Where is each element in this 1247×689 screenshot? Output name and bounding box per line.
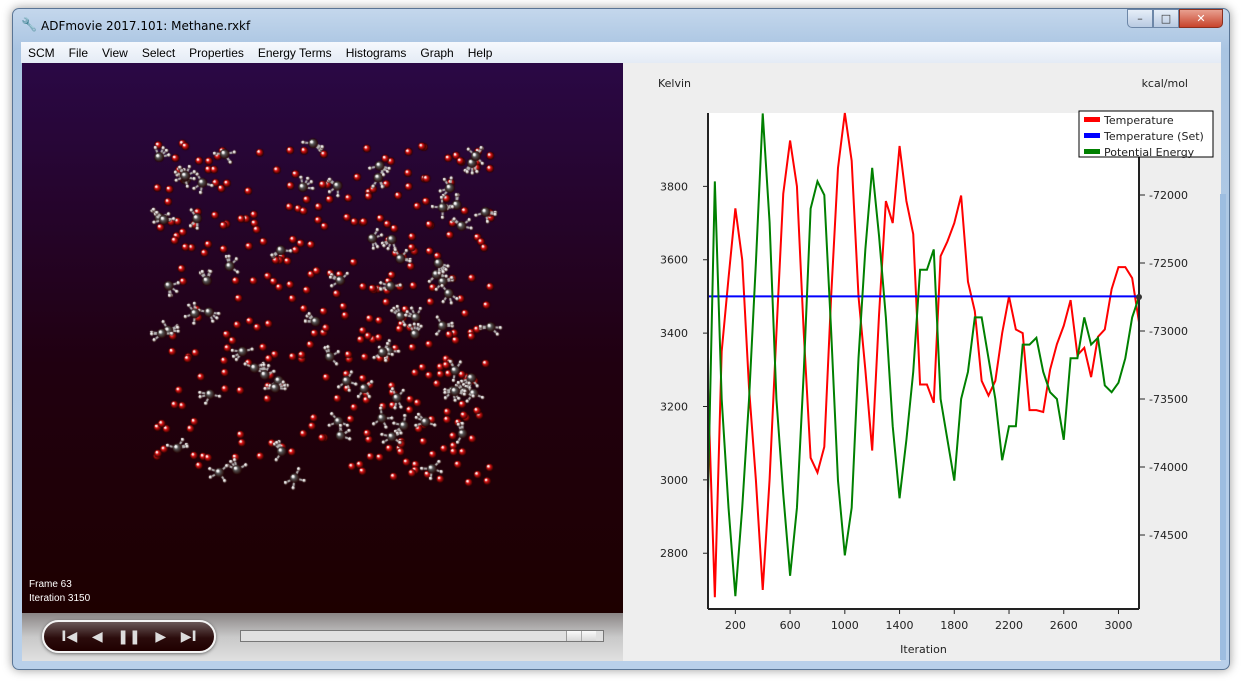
current-marker: [1136, 294, 1142, 301]
y-right-tick-label: -73000: [1149, 325, 1188, 338]
app-icon: 🔧: [21, 18, 38, 33]
y-right-tick-label: -74500: [1149, 529, 1188, 542]
y-left-tick-label: 3000: [660, 474, 688, 487]
x-tick-label: 200: [725, 619, 746, 632]
close-button[interactable]: ✕: [1179, 9, 1223, 28]
y-right-tick-label: -74000: [1149, 461, 1188, 474]
y-left-tick-label: 3800: [660, 180, 688, 193]
y-left-tick-label: 3600: [660, 254, 688, 267]
x-tick-label: 3000: [1104, 619, 1132, 632]
menu-graph[interactable]: Graph: [413, 46, 460, 60]
iteration-label: Iteration 3150: [29, 593, 91, 604]
legend-label: Temperature: [1103, 114, 1174, 127]
x-axis-label: Iteration: [900, 643, 947, 656]
legend-swatch: [1084, 149, 1100, 154]
graph-panel: Kelvin kcal/mol Iteration 2800 3000 3200 3400 3…: [623, 63, 1221, 661]
plot-area: [708, 113, 1139, 609]
last-frame-button[interactable]: ▶I: [181, 629, 197, 645]
molecule-viewer[interactable]: Frame 63 Iteration 3150: [22, 63, 623, 613]
menu-file[interactable]: File: [62, 46, 95, 60]
menu-histograms[interactable]: Histograms: [339, 46, 414, 60]
menu-scm[interactable]: SCM: [21, 46, 62, 60]
title-bar[interactable]: 🔧 ADFmovie 2017.101: Methane.rxkf – □ ✕: [13, 9, 1229, 41]
x-tick-label: 1800: [940, 619, 968, 632]
menu-bar: SCM File View Select Properties Energy T…: [21, 42, 1221, 63]
minimize-button[interactable]: –: [1127, 9, 1153, 28]
x-tick-label: 2600: [1050, 619, 1078, 632]
y-left-tick-label: 3400: [660, 327, 688, 340]
menu-select[interactable]: Select: [135, 46, 182, 60]
frame-slider[interactable]: [240, 630, 604, 642]
y-axis-right-label: kcal/mol: [1142, 77, 1188, 90]
y-left-tick-label: 3200: [660, 400, 688, 413]
x-tick-label: 2200: [995, 619, 1023, 632]
y-right-tick-label: -73500: [1149, 393, 1188, 406]
window-edge: [1220, 194, 1226, 660]
legend-swatch: [1084, 117, 1100, 122]
playback-controls: I◀ ◀ ❚❚ ▶ ▶I: [22, 613, 623, 661]
window-title: ADFmovie 2017.101: Methane.rxkf: [41, 19, 251, 33]
y-left-tick-label: 2800: [660, 547, 688, 560]
frame-slider-thumb[interactable]: [566, 631, 597, 641]
menu-energy-terms[interactable]: Energy Terms: [251, 46, 339, 60]
playback-button-group: I◀ ◀ ❚❚ ▶ ▶I: [42, 620, 216, 653]
y-axis-left-label: Kelvin: [658, 77, 691, 90]
frame-label: Frame 63: [29, 579, 72, 590]
pause-button[interactable]: ❚❚: [117, 629, 140, 645]
molecule-render[interactable]: [22, 63, 623, 613]
frame-info: Frame 63 Iteration 3150: [29, 578, 90, 606]
legend-label: Potential Energy: [1104, 146, 1195, 159]
app-window: 🔧 ADFmovie 2017.101: Methane.rxkf – □ ✕ …: [12, 8, 1230, 670]
x-tick-label: 1000: [831, 619, 859, 632]
previous-frame-button[interactable]: ◀: [92, 629, 103, 645]
x-tick-label: 600: [780, 619, 801, 632]
line-chart: Kelvin kcal/mol Iteration 2800 3000 3200 3400 3…: [658, 77, 1214, 656]
y-right-tick-label: -72000: [1149, 189, 1188, 202]
menu-help[interactable]: Help: [461, 46, 500, 60]
legend-label: Temperature (Set): [1103, 130, 1204, 143]
maximize-button[interactable]: □: [1153, 9, 1179, 28]
first-frame-button[interactable]: I◀: [61, 629, 77, 645]
menu-view[interactable]: View: [95, 46, 135, 60]
legend-swatch: [1084, 133, 1100, 138]
x-tick-label: 1400: [886, 619, 914, 632]
menu-properties[interactable]: Properties: [182, 46, 251, 60]
next-frame-button[interactable]: ▶: [155, 629, 166, 645]
y-right-tick-label: -72500: [1149, 257, 1188, 270]
